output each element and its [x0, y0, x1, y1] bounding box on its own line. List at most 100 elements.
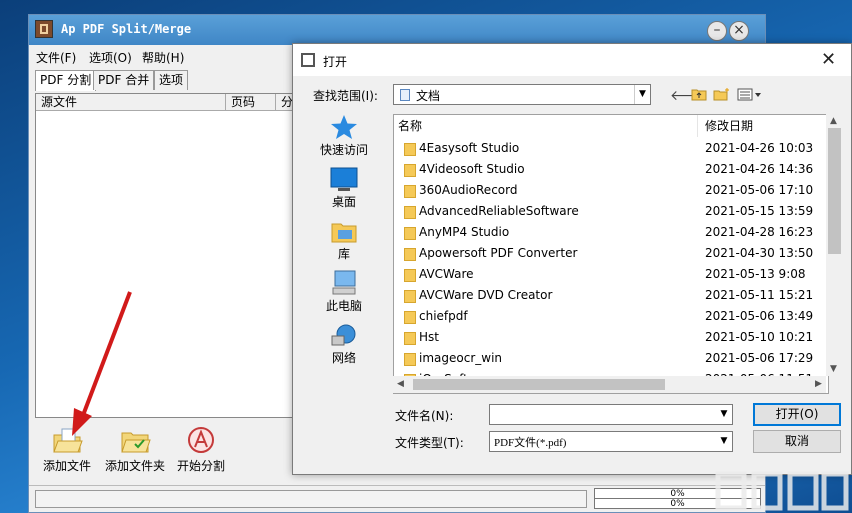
place-quick-access-label: 快速访问: [319, 143, 368, 157]
cancel-button[interactable]: 取消: [753, 430, 841, 453]
folder-icon: [404, 248, 416, 261]
menu-file[interactable]: 文件(F): [36, 49, 76, 66]
documents-icon: [400, 89, 410, 101]
view-menu-icon[interactable]: [737, 87, 763, 105]
file-date: 2021-05-11 15:21: [705, 288, 814, 302]
status-bar: 0% 0%: [29, 485, 765, 512]
file-name: AnyMP4 Studio: [419, 225, 510, 239]
file-name: Hst: [419, 330, 439, 344]
minimize-button[interactable]: –: [707, 21, 727, 41]
file-name: AdvancedReliableSoftware: [419, 204, 579, 218]
filename-dropdown-icon[interactable]: ▼: [716, 405, 732, 424]
file-row[interactable]: 360AudioRecord 2021-05-06 17:10: [398, 181, 818, 202]
filetype-label: 文件类型(T):: [395, 436, 464, 450]
open-file-dialog: 打开 ✕ 查找范围(I): 文档 ▼ 🡐 快速访问 桌面 库 此电脑 网络 ⌃ …: [292, 43, 852, 475]
tab-options[interactable]: 选项: [154, 70, 189, 90]
place-desktop[interactable]: 桌面: [309, 166, 379, 210]
folder-icon: [404, 311, 416, 324]
add-folder-label: 添加文件夹: [105, 459, 166, 473]
file-row[interactable]: AdvancedReliableSoftware 2021-05-15 13:59: [398, 202, 818, 223]
file-row[interactable]: AnyMP4 Studio 2021-04-28 16:23: [398, 223, 818, 244]
status-text: [35, 490, 587, 508]
dialog-title: 打开: [323, 55, 348, 69]
close-button[interactable]: ×: [729, 21, 749, 41]
file-row[interactable]: Hst 2021-05-10 10:21: [398, 328, 818, 349]
filetype-select[interactable]: PDF文件(*.pdf) ▼: [489, 431, 733, 452]
file-date: 2021-05-06 13:49: [705, 309, 814, 323]
file-row[interactable]: Apowersoft PDF Converter 2021-04-30 13:50: [398, 244, 818, 265]
column-name[interactable]: 名称: [398, 117, 422, 134]
app-logo-icon: [35, 20, 53, 38]
start-split-button[interactable]: 开始分割: [177, 425, 225, 474]
filename-input[interactable]: ▼: [489, 404, 733, 425]
file-row[interactable]: AVCWare 2021-05-13 9:08: [398, 265, 818, 286]
places-bar: 快速访问 桌面 库 此电脑 网络: [309, 114, 379, 376]
vertical-scrollbar[interactable]: ▲ ▼: [826, 114, 843, 376]
filetype-value: PDF文件(*.pdf): [494, 437, 567, 449]
add-file-label: 添加文件: [43, 459, 92, 473]
watermark-logo: [715, 471, 849, 511]
folder-icon: [404, 353, 416, 366]
tab-pdf-merge[interactable]: PDF 合并: [93, 70, 155, 90]
dialog-app-icon: [301, 53, 315, 67]
place-network[interactable]: 网络: [309, 322, 379, 366]
look-in-value: 文档: [416, 89, 441, 103]
column-source-file[interactable]: 源文件: [36, 94, 226, 111]
file-name: 4Easysoft Studio: [419, 141, 520, 155]
pdf-split-icon: [185, 425, 217, 455]
file-row[interactable]: chiefpdf 2021-05-06 13:49: [398, 307, 818, 328]
column-date-modified[interactable]: 修改日期: [705, 117, 753, 134]
library-icon: [330, 218, 358, 243]
column-separator[interactable]: [697, 115, 698, 137]
place-network-label: 网络: [331, 351, 356, 365]
open-button[interactable]: 打开(O): [753, 403, 841, 426]
filename-label: 文件名(N):: [395, 409, 454, 423]
desktop-icon: [330, 166, 358, 191]
filetype-dropdown-icon[interactable]: ▼: [716, 432, 732, 451]
new-folder-icon[interactable]: [713, 87, 731, 105]
annotation-arrow: [72, 291, 132, 436]
file-date: 2021-04-30 13:50: [705, 246, 814, 260]
title-bar[interactable]: Ap PDF Split/Merge – ×: [29, 15, 765, 45]
menu-options[interactable]: 选项(O): [89, 49, 132, 66]
scroll-right-icon[interactable]: ▶: [815, 379, 822, 389]
file-name: chiefpdf: [419, 309, 468, 323]
place-libraries[interactable]: 库: [309, 218, 379, 262]
horizontal-scroll-thumb[interactable]: [413, 379, 665, 390]
sort-ascending-icon: ⌃: [541, 114, 550, 122]
look-in-dropdown[interactable]: 文档 ▼: [393, 84, 651, 105]
file-list-view[interactable]: ⌃ 名称 修改日期 4Easysoft Studio 2021-04-26 10:…: [393, 114, 829, 394]
chevron-down-icon[interactable]: ▼: [634, 85, 650, 104]
horizontal-scrollbar[interactable]: ◀ ▶: [393, 376, 826, 393]
tab-pdf-split[interactable]: PDF 分割: [35, 70, 97, 91]
place-quick-access[interactable]: 快速访问: [309, 114, 379, 158]
scroll-left-icon[interactable]: ◀: [397, 379, 404, 389]
folder-icon: [404, 227, 416, 240]
folder-icon: [404, 164, 416, 177]
vertical-scroll-thumb[interactable]: [828, 128, 841, 254]
folder-icon: [404, 206, 416, 219]
file-row[interactable]: imageocr_win 2021-05-06 17:29: [398, 349, 818, 370]
file-date: 2021-04-26 10:03: [705, 141, 814, 155]
file-date: 2021-04-28 16:23: [705, 225, 814, 239]
file-name: Apowersoft PDF Converter: [419, 246, 578, 260]
column-pages[interactable]: 页码: [226, 94, 276, 111]
dialog-close-icon[interactable]: ✕: [821, 49, 836, 70]
folder-icon: [404, 290, 416, 303]
scroll-up-icon[interactable]: ▲: [830, 116, 837, 126]
file-date: 2021-05-10 10:21: [705, 330, 814, 344]
up-folder-icon[interactable]: [691, 87, 707, 105]
menu-help[interactable]: 帮助(H): [142, 49, 184, 66]
file-row[interactable]: AVCWare DVD Creator 2021-05-11 15:21: [398, 286, 818, 307]
place-this-pc-label: 此电脑: [325, 299, 362, 313]
dialog-title-bar[interactable]: 打开 ✕: [293, 44, 851, 76]
file-name: AVCWare DVD Creator: [419, 288, 553, 302]
place-this-pc[interactable]: 此电脑: [309, 270, 379, 314]
scroll-down-icon[interactable]: ▼: [830, 364, 837, 374]
window-title: Ap PDF Split/Merge: [61, 22, 192, 36]
file-row[interactable]: 4Easysoft Studio 2021-04-26 10:03: [398, 139, 818, 160]
file-name: 4Videosoft Studio: [419, 162, 525, 176]
folder-icon: [404, 185, 416, 198]
file-date: 2021-05-15 13:59: [705, 204, 814, 218]
file-row[interactable]: 4Videosoft Studio 2021-04-26 14:36: [398, 160, 818, 181]
